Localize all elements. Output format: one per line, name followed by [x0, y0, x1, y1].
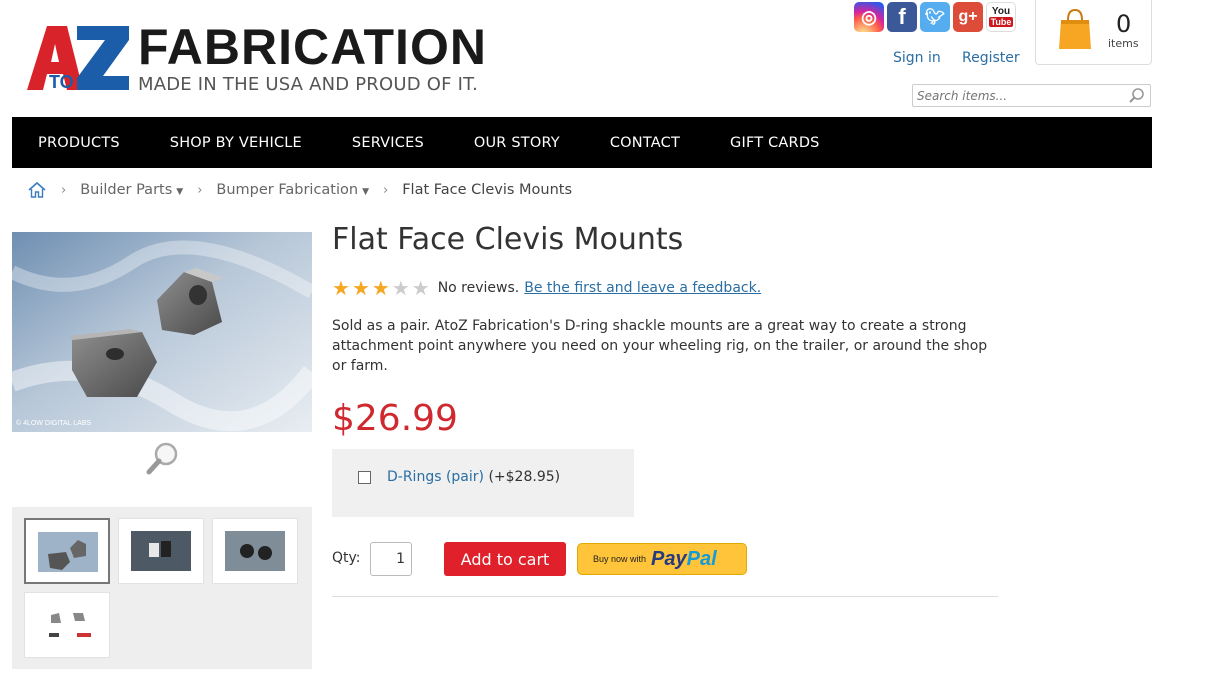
facebook-icon[interactable]: f	[887, 2, 917, 32]
photo-watermark: © 4LOW DIGITAL LABS	[16, 419, 92, 427]
instagram-icon[interactable]: ◎	[854, 2, 884, 32]
thumbnail-image	[225, 531, 285, 571]
divider	[332, 596, 998, 597]
breadcrumb-builder-parts[interactable]: Builder Parts ▼	[80, 182, 183, 198]
nav-our-story[interactable]: OUR STORY	[474, 135, 560, 151]
reviews-count: No reviews.	[437, 280, 520, 296]
qty-input[interactable]	[370, 542, 412, 576]
thumbnail[interactable]	[24, 518, 110, 584]
breadcrumb-current: Flat Face Clevis Mounts	[402, 182, 573, 198]
sign-in-link[interactable]: Sign in	[893, 50, 941, 66]
leave-feedback-link[interactable]: Be the first and leave a feedback.	[524, 280, 761, 296]
google-plus-icon[interactable]: g+	[953, 2, 983, 32]
zoom-icon[interactable]	[145, 440, 181, 476]
thumbnail-gallery	[12, 507, 312, 669]
thumbnail-image	[37, 605, 97, 645]
breadcrumb-separator: ›	[383, 182, 389, 198]
search-input[interactable]	[917, 87, 1122, 105]
thumbnail[interactable]	[24, 592, 110, 658]
nav-shop-by-vehicle[interactable]: SHOP BY VEHICLE	[170, 135, 302, 151]
atoz-logo-mark: TO	[27, 26, 129, 92]
product-options: D-Rings (pair) (+$28.95)	[332, 449, 634, 517]
logo-tagline: MADE IN THE USA AND PROUD OF IT.	[138, 74, 479, 95]
breadcrumb-label: Bumper Fabrication	[216, 182, 359, 198]
breadcrumb-separator: ›	[197, 182, 203, 198]
paypal-button[interactable]: Buy now with Pay Pal	[577, 543, 747, 575]
svg-text:TO: TO	[49, 72, 74, 92]
paypal-prefix: Buy now with	[593, 554, 647, 564]
search-box	[912, 84, 1151, 107]
paypal-logo-pal: Pal	[686, 547, 717, 570]
site-logo[interactable]: TO FABRICATION MADE IN THE USA AND PROUD…	[27, 22, 487, 98]
register-link[interactable]: Register	[962, 50, 1020, 66]
breadcrumb-label: Builder Parts	[80, 182, 173, 198]
nav-contact[interactable]: CONTACT	[610, 135, 680, 151]
thumbnail[interactable]	[118, 518, 204, 584]
option-name: D-Rings (pair)	[387, 469, 484, 485]
option-label[interactable]: D-Rings (pair) (+$28.95)	[387, 469, 560, 485]
option-checkbox[interactable]	[358, 471, 371, 484]
product-description: Sold as a pair. AtoZ Fabrication's D-rin…	[332, 318, 988, 374]
home-icon[interactable]	[27, 181, 47, 199]
star-icon: ★	[371, 276, 390, 300]
twitter-icon[interactable]: 🐦︎	[920, 2, 950, 32]
product-price: $26.99	[332, 398, 458, 439]
caret-down-icon: ▼	[176, 187, 184, 197]
product-photo: © 4LOW DIGITAL LABS	[12, 232, 312, 432]
product-title: Flat Face Clevis Mounts	[332, 222, 684, 257]
social-links: ◎ f 🐦︎ g+ You Tube	[854, 2, 1016, 32]
breadcrumb: › Builder Parts ▼ › Bumper Fabrication ▼ ›…	[27, 180, 572, 200]
caret-down-icon: ▼	[362, 187, 370, 197]
search-icon[interactable]	[1128, 87, 1146, 105]
star-rating[interactable]: ★ ★ ★ ★ ★	[332, 278, 430, 298]
qty-label: Qty:	[332, 550, 361, 566]
thumbnail-image	[38, 532, 98, 572]
add-to-cart-button[interactable]: Add to cart	[444, 542, 566, 576]
logo-title: FABRICATION	[138, 19, 487, 75]
product-main-image[interactable]: © 4LOW DIGITAL LABS	[12, 232, 312, 432]
nav-gift-cards[interactable]: GIFT CARDS	[730, 135, 820, 151]
youtube-icon[interactable]: You Tube	[986, 2, 1016, 32]
option-price-modifier: (+$28.95)	[488, 469, 561, 485]
star-icon: ★	[351, 276, 370, 300]
breadcrumb-bumper-fabrication[interactable]: Bumper Fabrication ▼	[216, 182, 369, 198]
main-nav: PRODUCTS SHOP BY VEHICLE SERVICES OUR ST…	[12, 117, 1152, 168]
cart-count: 0	[1116, 10, 1132, 38]
star-icon: ★	[391, 276, 410, 300]
nav-products[interactable]: PRODUCTS	[38, 135, 120, 151]
thumbnail-image	[131, 531, 191, 571]
cart-label: items	[1108, 37, 1139, 50]
product-rating: ★ ★ ★ ★ ★ No reviews. Be the first and l…	[332, 278, 761, 298]
thumbnail[interactable]	[212, 518, 298, 584]
nav-services[interactable]: SERVICES	[352, 135, 424, 151]
star-icon: ★	[332, 276, 350, 300]
breadcrumb-separator: ›	[61, 182, 67, 198]
cart-widget[interactable]: 0 items	[1035, 0, 1152, 65]
paypal-logo-pay: Pay	[651, 547, 687, 570]
shopping-bag-icon	[1059, 8, 1091, 49]
star-icon: ★	[411, 276, 430, 300]
